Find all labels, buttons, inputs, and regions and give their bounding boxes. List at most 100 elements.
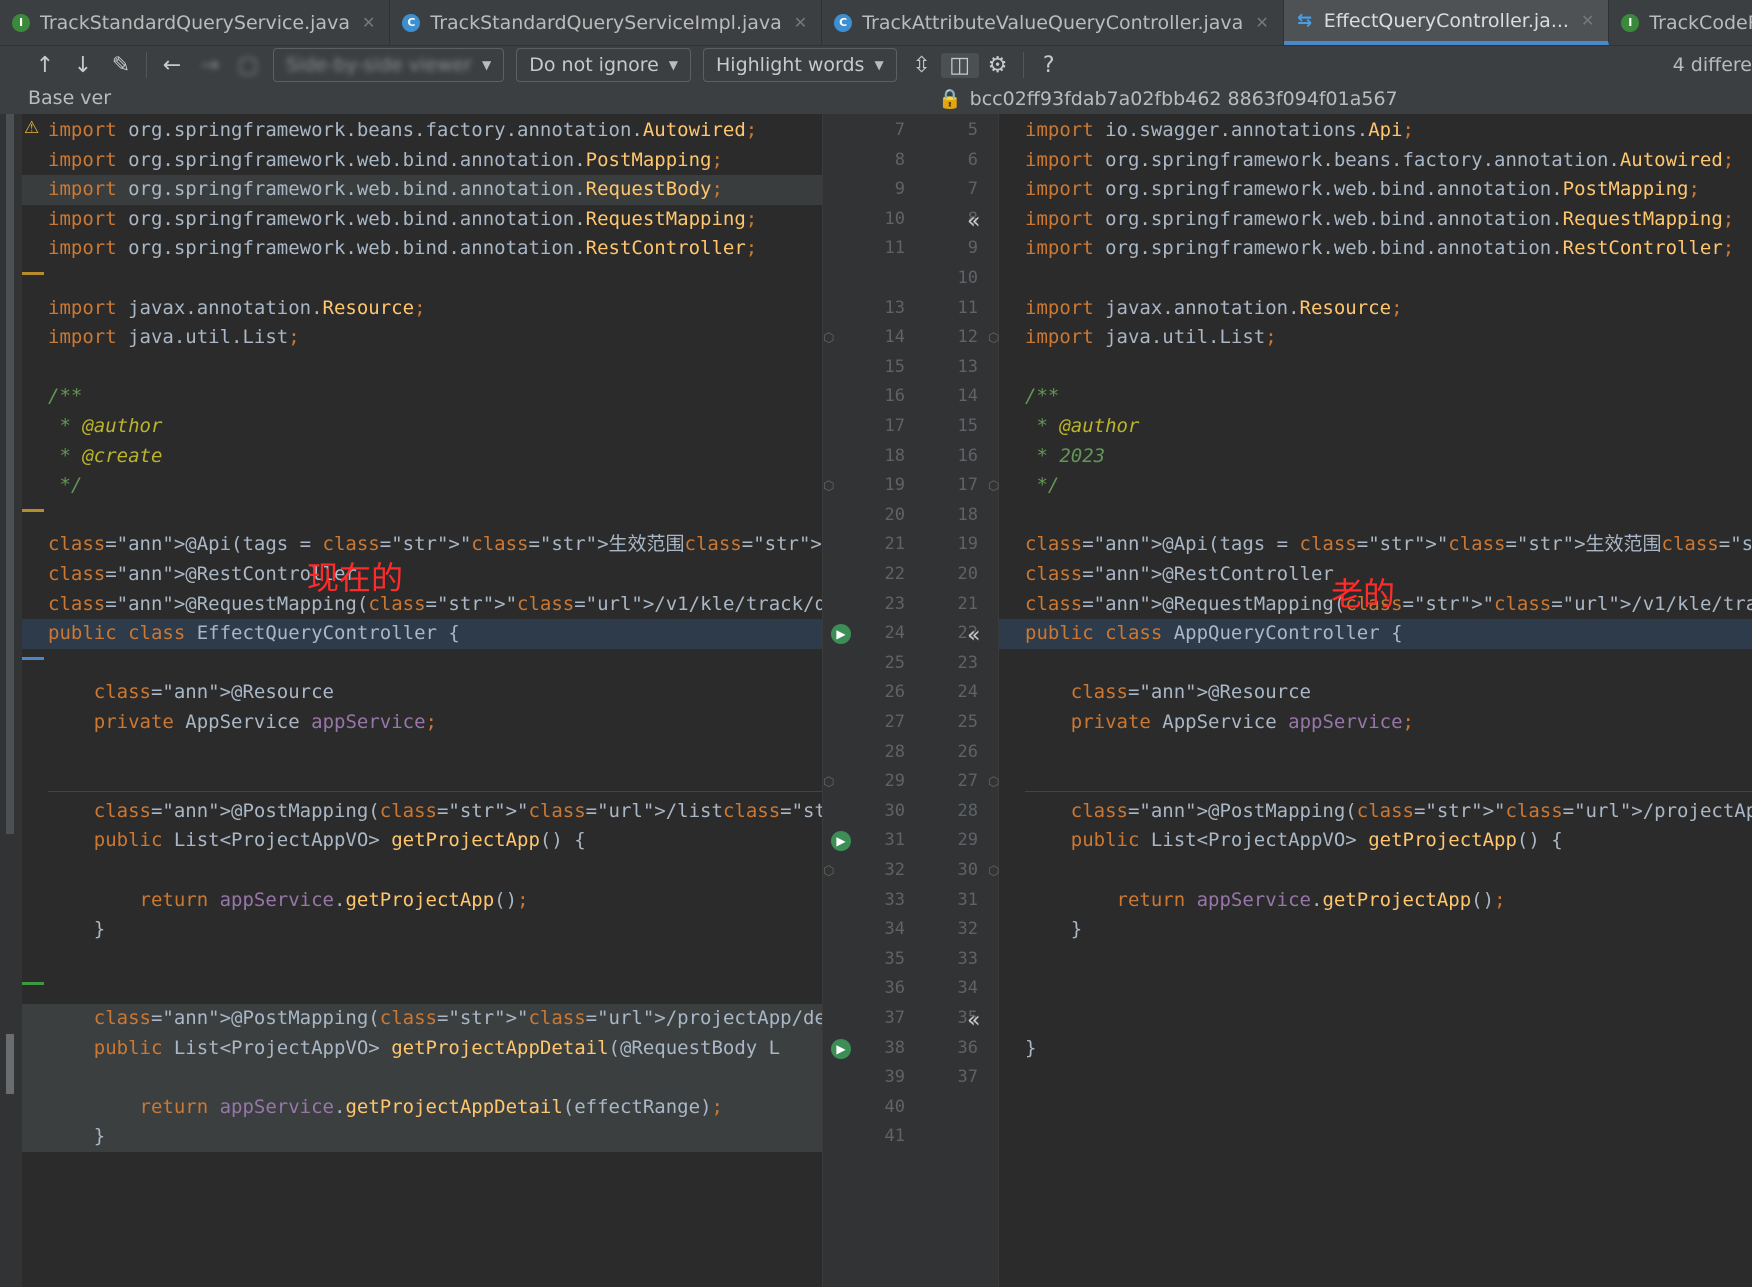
tab-track-standard-query-service[interactable]: I TrackStandardQueryService.java ✕ [0,0,391,45]
warning-icon[interactable]: ⚠ [24,118,39,138]
run-gutter-icon[interactable]: ▶ [831,1038,851,1059]
code-line[interactable] [999,767,1752,797]
code-line[interactable]: import javax.annotation.Resource; [999,294,1752,324]
code-line[interactable] [22,1063,822,1093]
code-line[interactable] [999,1063,1752,1093]
code-line[interactable]: class="ann">@RequestMapping(class="str">… [22,590,822,620]
fold-marker-icon[interactable]: ⬡ [823,775,834,790]
code-line[interactable] [999,1004,1752,1034]
code-line[interactable]: } [999,915,1752,945]
code-line[interactable]: import org.springframework.web.bind.anno… [999,205,1752,235]
code-line[interactable]: class="ann">@PostMapping(class="str">"cl… [999,797,1752,827]
code-line[interactable]: * @author [22,412,822,442]
code-line[interactable]: } [22,1122,822,1152]
code-line[interactable] [22,945,822,975]
code-line[interactable] [22,501,822,531]
code-line[interactable] [22,856,822,886]
close-icon[interactable]: ✕ [1581,11,1594,30]
left-editor-current[interactable]: import org.springframework.beans.factory… [22,114,822,1287]
code-line[interactable]: import io.swagger.annotations.Api; [999,116,1752,146]
close-icon[interactable]: ✕ [1255,13,1268,32]
code-line[interactable]: class="ann">@Api(tags = class="str">"cla… [22,530,822,560]
revert-change-icon[interactable]: « [967,619,980,652]
close-icon[interactable]: ✕ [794,13,807,32]
code-line[interactable]: import org.springframework.web.bind.anno… [999,175,1752,205]
code-line[interactable]: import org.springframework.web.bind.anno… [22,146,822,176]
next-difference-icon[interactable]: ↓ [64,53,102,78]
tab-track-standard-query-service-impl[interactable]: C TrackStandardQueryServiceImpl.java ✕ [390,0,823,45]
window-icon[interactable]: ▢ [229,53,267,78]
code-line[interactable]: import org.springframework.beans.factory… [22,116,822,146]
code-line[interactable]: class="ann">@Resource [999,678,1752,708]
code-line[interactable]: return appService.getProjectApp(); [22,886,822,916]
fold-marker-icon[interactable]: ⬡ [988,775,999,790]
code-line[interactable]: import org.springframework.web.bind.anno… [999,234,1752,264]
code-line[interactable]: * @author [999,412,1752,442]
help-icon[interactable]: ? [1030,53,1068,78]
code-line[interactable]: return appService.getProjectApp(); [999,886,1752,916]
fold-marker-icon[interactable]: ⬡ [988,864,999,879]
code-line[interactable]: return appService.getProjectAppDetail(ef… [22,1092,822,1123]
code-line[interactable]: public List<ProjectAppVO> getProjectApp(… [999,826,1752,856]
code-line[interactable] [999,264,1752,294]
code-line[interactable]: } [999,1034,1752,1064]
code-line[interactable]: /** [22,382,822,412]
fold-marker-icon[interactable]: ⬡ [823,864,834,879]
run-gutter-icon[interactable]: ▶ [831,831,851,852]
code-line[interactable] [22,264,822,294]
edit-source-icon[interactable]: ✎ [102,53,140,78]
code-line[interactable]: class="ann">@Api(tags = class="str">"cla… [999,530,1752,560]
code-line[interactable] [999,501,1752,531]
code-line[interactable]: private AppService appService; [999,708,1752,738]
code-line[interactable] [999,856,1752,886]
fold-marker-icon[interactable]: ⬡ [823,331,834,346]
code-line[interactable] [999,649,1752,679]
code-line[interactable] [22,353,822,383]
tab-effect-query-controller-diff[interactable]: ⇆ EffectQueryController.ja... ✕ [1283,0,1610,45]
code-line[interactable]: } [22,915,822,945]
code-line[interactable]: */ [22,471,822,501]
sync-scroll-icon[interactable]: ◫ [940,52,979,78]
right-editor-old[interactable]: import io.swagger.annotations.Api; import… [999,114,1752,1287]
code-line[interactable]: import java.util.List; [22,323,822,353]
code-line[interactable] [999,353,1752,383]
code-line[interactable]: * 2023 [999,442,1752,472]
back-arrow-icon[interactable]: ← [153,53,191,78]
code-line[interactable]: import org.springframework.beans.factory… [999,146,1752,176]
code-line[interactable]: public List<ProjectAppVO> getProjectApp(… [22,826,822,856]
forward-arrow-icon[interactable]: → [191,53,229,78]
code-line[interactable]: */ [999,471,1752,501]
code-line[interactable]: * @create [22,442,822,472]
code-line[interactable]: public List<ProjectAppVO> getProjectAppD… [22,1033,822,1064]
fold-marker-icon[interactable]: ⬡ [988,331,999,346]
code-line[interactable] [999,974,1752,1004]
viewer-mode-dropdown[interactable]: Side-by-side viewer ▼ [273,48,505,82]
code-line[interactable] [22,974,822,1004]
code-line[interactable]: private AppService appService; [22,708,822,738]
code-line[interactable]: import org.springframework.web.bind.anno… [22,234,822,264]
code-line[interactable]: /** [999,382,1752,412]
fold-marker-icon[interactable]: ⬡ [823,479,834,494]
highlight-words-dropdown[interactable]: Highlight words ▼ [703,48,897,82]
code-line[interactable] [999,738,1752,768]
code-line[interactable]: import javax.annotation.Resource; [22,294,822,324]
code-line[interactable]: class="ann">@Resource [22,678,822,708]
scrollbar-thumb[interactable] [6,1034,14,1094]
code-line[interactable]: class="ann">@PostMapping(class="str">"cl… [22,797,822,827]
code-line[interactable]: public class AppQueryController { [999,619,1752,649]
code-line[interactable]: import java.util.List; [999,323,1752,353]
run-gutter-icon[interactable]: ▶ [831,624,851,645]
ignore-whitespace-dropdown[interactable]: Do not ignore ▼ [516,48,692,82]
tab-track-attribute-value-query-controller[interactable]: C TrackAttributeValueQueryController.jav… [822,0,1284,45]
code-line[interactable] [22,649,822,679]
code-line[interactable]: import org.springframework.web.bind.anno… [22,205,822,235]
code-line[interactable]: public class EffectQueryController { [22,619,822,649]
code-line[interactable]: class="ann">@RestController [22,560,822,590]
gear-icon[interactable]: ⚙ [979,53,1017,78]
previous-difference-icon[interactable]: ↑ [26,53,64,78]
code-line[interactable] [22,738,822,768]
tab-track-code-rule-query-service[interactable]: I TrackCodeRuleQuerySer [1609,0,1752,45]
collapse-unchanged-icon[interactable]: ⇳ [903,53,941,78]
code-line[interactable]: class="ann">@PostMapping(class="str">"cl… [22,1004,822,1034]
code-line[interactable]: import org.springframework.web.bind.anno… [22,175,822,205]
